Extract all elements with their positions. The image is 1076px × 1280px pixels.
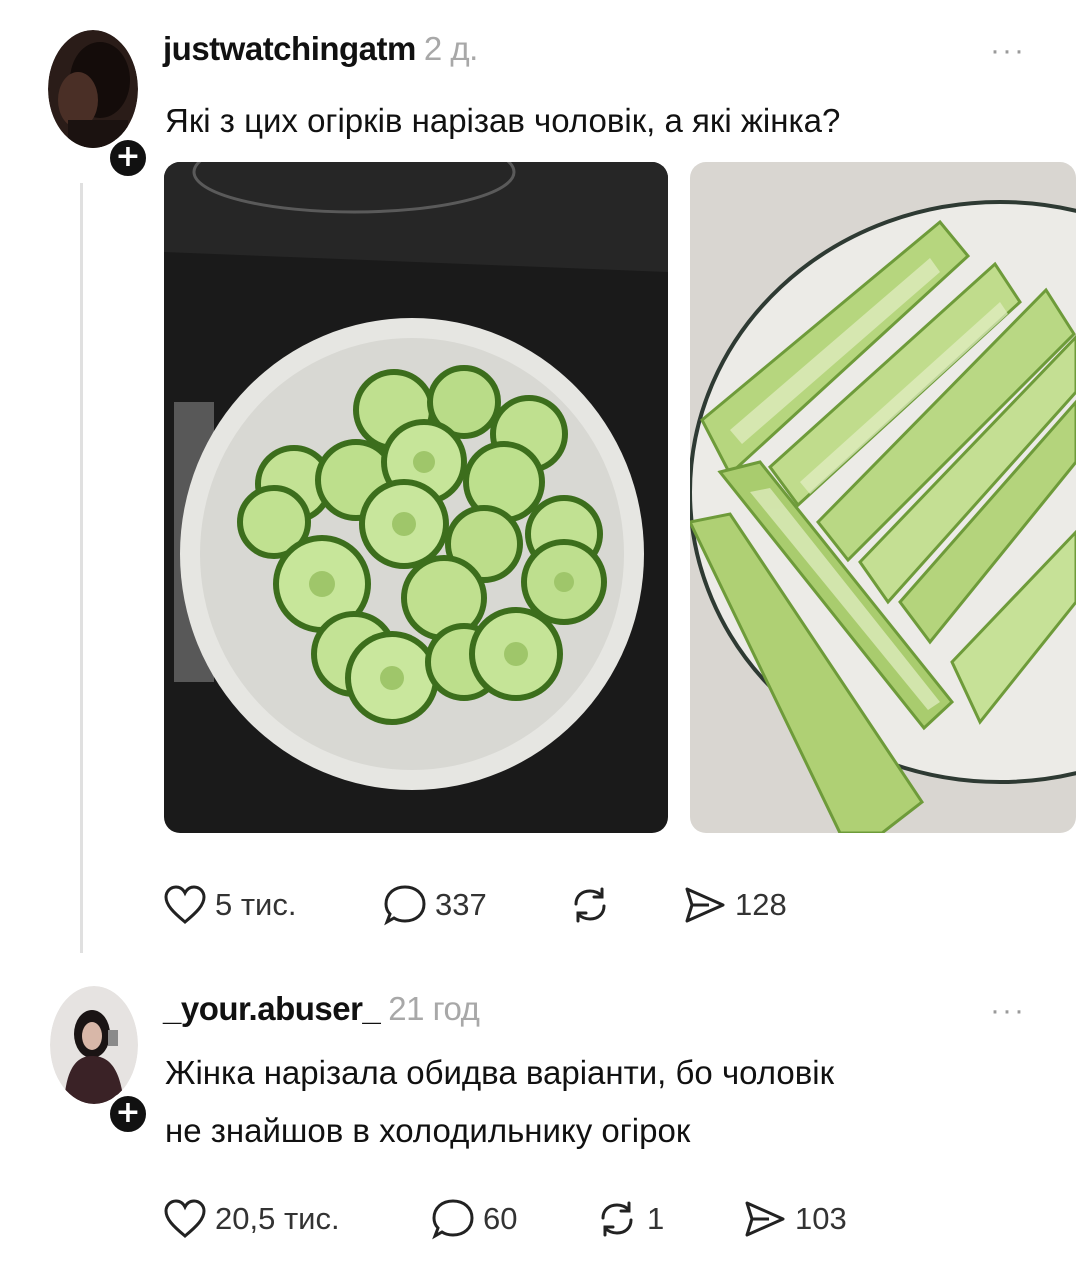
comment-button[interactable]: 337	[383, 880, 487, 930]
post1-time: 2 д.	[423, 30, 478, 67]
post1-actions: 5 тис. 337 128	[163, 880, 1063, 930]
post2-text-line1: Жінка нарізала обидва варіанти, бо чолов…	[165, 1054, 835, 1091]
comment-count: 60	[483, 1201, 518, 1236]
heart-icon	[164, 1199, 206, 1238]
like-count: 20,5 тис.	[215, 1201, 340, 1236]
follow-plus-icon[interactable]: +	[106, 1092, 150, 1136]
comment-icon	[384, 885, 426, 926]
post2-username[interactable]: _your.abuser_ 21 год	[163, 990, 480, 1028]
comment-button[interactable]: 60	[431, 1194, 517, 1244]
post-2: + _your.abuser_ 21 год ··· Жінка нарізала…	[0, 960, 1076, 1280]
repost-icon	[601, 1201, 633, 1237]
cucumber-sticks-photo[interactable]	[690, 162, 1076, 833]
repost-button[interactable]	[568, 880, 620, 930]
post2-time: 21 год	[388, 990, 480, 1027]
post-1: + justwatchingatm 2 д. ··· Які з цих огір…	[0, 0, 1076, 960]
post1-avatar-wrap[interactable]: +	[48, 30, 150, 180]
comment-icon	[432, 1199, 474, 1240]
post2-avatar-wrap[interactable]: +	[50, 986, 150, 1136]
repost-button[interactable]: 1	[595, 1194, 664, 1244]
repost-icon	[574, 887, 606, 923]
sliced-cucumbers-photo[interactable]	[164, 162, 668, 833]
heart-icon	[164, 885, 206, 924]
like-button[interactable]: 20,5 тис.	[163, 1194, 340, 1244]
repost-count: 1	[647, 1201, 665, 1236]
share-button[interactable]: 128	[683, 880, 787, 930]
comment-count: 337	[435, 887, 487, 922]
share-count: 128	[735, 887, 787, 922]
follow-plus-icon[interactable]: +	[106, 136, 150, 180]
share-icon	[745, 1201, 785, 1237]
thread-line	[80, 183, 83, 953]
post2-more-icon[interactable]: ···	[990, 994, 1026, 1028]
post1-username[interactable]: justwatchingatm 2 д.	[163, 30, 478, 68]
post1-more-icon[interactable]: ···	[990, 34, 1026, 68]
share-button[interactable]: 103	[743, 1194, 847, 1244]
post2-text-line2: не знайшов в холодильнику огірок	[165, 1112, 691, 1149]
share-count: 103	[795, 1201, 847, 1236]
post2-avatar[interactable]	[50, 986, 138, 1104]
like-button[interactable]: 5 тис.	[163, 880, 296, 930]
like-count: 5 тис.	[215, 887, 297, 922]
share-icon	[685, 887, 725, 923]
post1-text: Які з цих огірків нарізав чоловік, а які…	[165, 102, 841, 139]
post1-avatar[interactable]	[48, 30, 138, 148]
post2-actions: 20,5 тис. 60 1 103	[163, 1194, 1063, 1244]
